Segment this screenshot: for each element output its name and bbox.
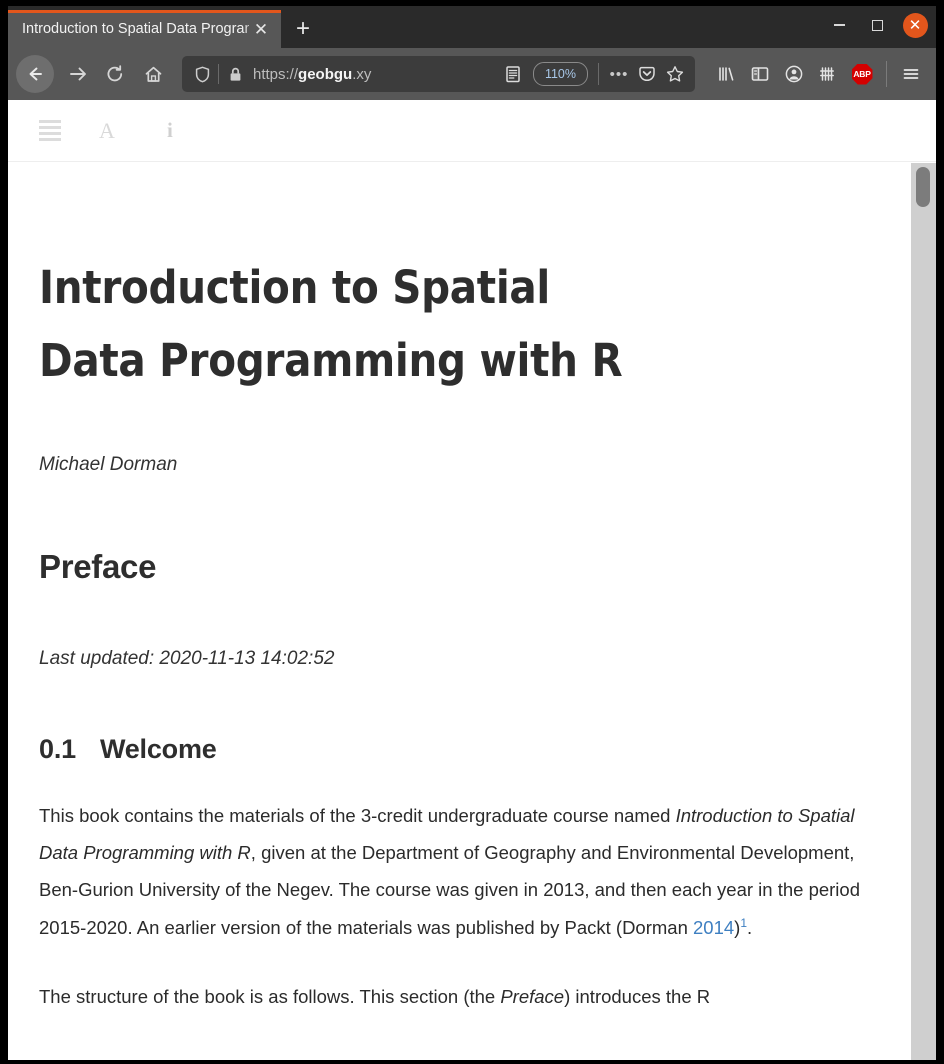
home-button[interactable] [134,55,172,93]
more-actions-icon[interactable]: ••• [605,60,633,88]
close-icon: ✕ [902,12,928,38]
window-controls: ✕ [822,10,932,40]
sidebar-toggle-icon[interactable] [743,57,777,91]
minimize-button[interactable] [822,10,856,40]
forward-arrow-icon [70,67,86,81]
url-divider [218,64,219,84]
tab-title: Introduction to Spatial Data Programming… [22,21,249,37]
book-content: Introduction to Spatial Data Programming… [8,163,911,1060]
section-number: 0.1 [39,733,76,764]
toolbar-divider [886,61,887,87]
containers-icon[interactable] [811,57,845,91]
url-scheme: https:// [253,65,299,83]
new-tab-button[interactable]: + [281,10,325,48]
font-settings-icon[interactable]: A [91,111,151,151]
page-title: Introduction to Spatial Data Programming… [39,261,623,388]
forward-button[interactable] [58,55,96,93]
paragraph-structure: The structure of the book is as follows.… [39,978,880,1015]
citation-link[interactable]: 2014 [693,917,734,938]
navigation-toolbar: https://geobgu.xy 110% ••• ABP [8,48,936,100]
home-icon [145,66,161,82]
library-icon[interactable] [709,57,743,91]
scrollbar-thumb[interactable] [916,167,930,207]
paragraph2-italic-1: Preface [500,986,565,1008]
app-menu-icon[interactable] [894,57,928,91]
url-host: geobgu [298,65,353,83]
book-author: Michael Dorman [39,453,178,475]
page-viewport: A i Introduction to Spatial Data Program… [8,100,936,1060]
page-scrollbar[interactable] [911,163,936,1060]
reload-button[interactable] [96,55,134,93]
last-updated: Last updated: 2020-11-13 14:02:52 [39,647,335,669]
info-icon[interactable]: i [151,111,219,151]
browser-window: Introduction to Spatial Data Programming… [0,0,944,1064]
section-heading: 0.1 Welcome [39,734,880,765]
account-icon[interactable] [777,57,811,91]
toc-icon[interactable] [39,111,91,151]
paragraph-welcome: This book contains the materials of the … [39,797,880,946]
browser-tab-active[interactable]: Introduction to Spatial Data Programming… [8,10,281,48]
browser-tool-icons: ABP [709,57,928,91]
paragraph-text-1: This book contains the materials of the … [39,804,676,826]
tab-close-icon[interactable]: ✕ [249,17,273,41]
window-content: Introduction to Spatial Data Programming… [8,6,936,1060]
urlbar-separator [598,63,599,85]
tracking-protection-shield-icon[interactable] [188,60,216,88]
paragraph-text-4: . [747,916,753,938]
maximize-button[interactable] [860,10,894,40]
toc-lines [39,120,61,141]
pocket-icon[interactable] [633,60,661,88]
url-text[interactable]: https://geobgu.xy [249,66,499,83]
tab-strip: Introduction to Spatial Data Programming… [8,6,936,48]
reload-icon [107,65,123,82]
abp-badge: ABP [851,63,873,85]
address-bar[interactable]: https://geobgu.xy 110% ••• [182,56,695,92]
section-name: Welcome [99,733,217,764]
url-rest: .xy [352,65,372,83]
paragraph2-text-1: The structure of the book is as follows.… [39,986,501,1008]
padlock-icon[interactable] [221,60,249,88]
book-toolbar: A i [8,100,936,162]
adblock-plus-icon[interactable]: ABP [845,57,879,91]
chapter-title: Preface [39,547,157,585]
back-button[interactable] [16,55,54,93]
back-arrow-icon [29,67,42,81]
close-button[interactable]: ✕ [898,10,932,40]
reader-view-icon[interactable] [499,60,527,88]
zoom-level-badge[interactable]: 110% [532,62,588,86]
paragraph2-text-2: ) introduces the R [564,986,711,1008]
star-icon[interactable] [661,60,689,88]
